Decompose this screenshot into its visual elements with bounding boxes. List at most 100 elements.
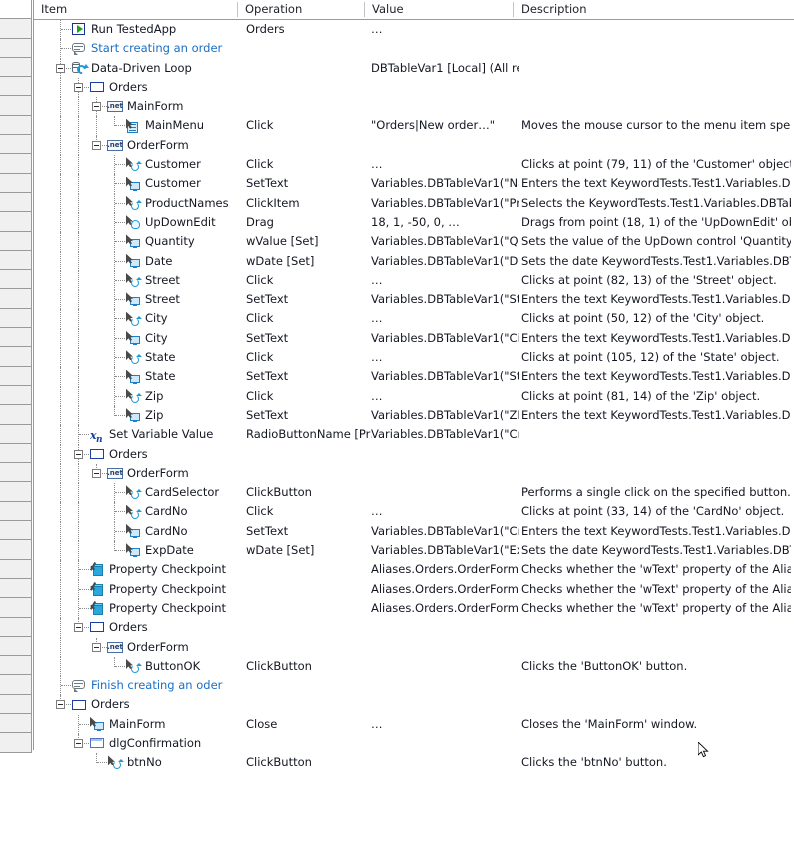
table-row[interactable]: Property Checkpoint Aliases.Orders.OrderF… <box>34 598 794 619</box>
tree-expander-minus[interactable] <box>74 738 83 748</box>
table-row[interactable]: .net OrderForm <box>34 135 794 156</box>
gutter-row-cell[interactable] <box>0 636 32 657</box>
gutter-row-cell[interactable] <box>0 501 32 522</box>
tree-node[interactable]: .net OrderForm <box>107 136 189 155</box>
table-row[interactable]: City SetText Variables.DBTableVar1("City")… <box>34 328 794 349</box>
tree-node[interactable]: Property Checkpoint <box>89 599 226 618</box>
tree-expander-minus[interactable] <box>74 449 83 459</box>
tree-expander-minus[interactable] <box>74 82 83 92</box>
table-row[interactable]: CardNo SetText Variables.DBTableVar1("Cre…… <box>34 521 794 542</box>
tree-node[interactable]: MainForm <box>89 715 165 734</box>
gutter-row-cell[interactable] <box>0 656 32 676</box>
tree-node[interactable]: UpDownEdit <box>125 213 216 232</box>
column-header-item[interactable]: Item <box>34 0 246 19</box>
gutter-row-cell[interactable] <box>0 540 32 560</box>
table-row[interactable]: btnNo ClickButton Clicks the 'btnNo' butto… <box>34 753 794 772</box>
table-row[interactable]: MainMenu Click "Orders|New order…" Moves th… <box>34 116 794 136</box>
gutter-row-cell[interactable] <box>0 250 32 271</box>
tree-node[interactable]: Data-Driven Loop <box>71 59 192 78</box>
table-row[interactable]: Customer Click … Clicks at point (79, 11) o… <box>34 155 794 175</box>
tree-node[interactable]: ExpDate <box>125 541 194 560</box>
table-row[interactable]: ProductNames ClickItem Variables.DBTableVa… <box>34 193 794 213</box>
table-row[interactable]: Zip SetText Variables.DBTableVar1("ZIP")En… <box>34 405 794 426</box>
gutter-header-cell[interactable] <box>0 0 32 20</box>
table-row[interactable]: .net OrderForm <box>34 637 794 657</box>
table-row[interactable]: Start creating an order <box>34 39 794 59</box>
table-row[interactable]: Orders <box>34 444 794 464</box>
tree-node[interactable]: Zip <box>125 387 163 406</box>
tree-node[interactable]: Finish creating an oder <box>71 676 222 695</box>
table-row[interactable]: CardNo Click … Clicks at point (33, 14) of … <box>34 502 794 522</box>
table-row[interactable]: dlgConfirmation <box>34 733 794 753</box>
tree-expander-minus[interactable] <box>92 102 101 112</box>
table-row[interactable]: ButtonOK ClickButton Clicks the 'ButtonOK'… <box>34 656 794 677</box>
table-row[interactable]: .net OrderForm <box>34 463 794 484</box>
table-row[interactable]: State Click … Clicks at point (105, 12) of … <box>34 348 794 368</box>
tree-node[interactable]: .net OrderForm <box>107 638 189 657</box>
tree-node[interactable]: Customer <box>125 155 201 174</box>
gutter-row-cell[interactable] <box>0 154 32 174</box>
gutter-row-cell[interactable] <box>0 463 32 483</box>
keyword-test-tree-grid[interactable]: Run TestedApp Orders … Start creating an or… <box>34 20 794 861</box>
gutter-row-cell[interactable] <box>0 77 32 97</box>
gutter-row-cell[interactable] <box>0 192 32 213</box>
table-row[interactable]: UpDownEdit Drag 18, 1, -50, 0, … Drags from… <box>34 212 794 233</box>
table-row[interactable]: .net MainForm <box>34 97 794 117</box>
table-row[interactable]: Orders <box>34 618 794 638</box>
tree-node[interactable]: .net OrderForm <box>107 464 189 483</box>
tree-node[interactable]: MainMenu <box>125 116 204 135</box>
tree-node[interactable]: Start creating an order <box>71 39 222 58</box>
tree-node[interactable]: Zip <box>125 406 163 425</box>
tree-node[interactable]: Orders <box>71 695 130 714</box>
table-row[interactable]: City Click … Clicks at point (50, 12) of th… <box>34 309 794 329</box>
gutter-row-cell[interactable] <box>0 424 32 444</box>
gutter-row-cell[interactable] <box>0 115 32 136</box>
gutter-row-cell[interactable] <box>0 270 32 290</box>
tree-node[interactable]: CardNo <box>125 502 188 521</box>
tree-node[interactable]: ProductNames <box>125 194 229 213</box>
gutter-row-cell[interactable] <box>0 405 32 425</box>
gutter-row-cell[interactable] <box>0 482 32 502</box>
table-row[interactable]: Orders <box>34 695 794 714</box>
tree-expander-minus[interactable] <box>56 63 65 73</box>
tree-node[interactable]: City <box>125 309 168 328</box>
gutter-row-cell[interactable] <box>0 19 32 39</box>
gutter-row-cell[interactable] <box>0 578 32 599</box>
gutter-row-cell[interactable] <box>0 347 32 367</box>
tree-node[interactable]: Run TestedApp <box>71 20 176 39</box>
gutter-row-cell[interactable] <box>0 366 32 386</box>
tree-expander-minus[interactable] <box>92 642 101 652</box>
table-row[interactable]: State SetText Variables.DBTableVar1("State… <box>34 367 794 387</box>
table-row[interactable]: Street SetText Variables.DBTableVar1("Stre… <box>34 290 794 310</box>
tree-expander-minus[interactable] <box>56 700 65 710</box>
gutter-row-cell[interactable] <box>0 443 32 464</box>
table-row[interactable]: Date wDate [Set] Variables.DBTableVar1("Da… <box>34 251 794 271</box>
tree-expander-minus[interactable] <box>74 623 83 633</box>
gutter-row-cell[interactable] <box>0 96 32 116</box>
table-row[interactable]: Run TestedApp Orders… <box>34 20 794 40</box>
gutter-row-cell[interactable] <box>0 713 32 734</box>
gutter-row-cell[interactable] <box>0 38 32 58</box>
tree-node[interactable]: ButtonOK <box>125 657 200 676</box>
table-row[interactable]: MainForm Close … Closes the 'MainForm' wind… <box>34 714 794 734</box>
tree-node[interactable]: City <box>125 329 168 348</box>
table-row[interactable]: ExpDate wDate [Set] Variables.DBTableVar1(… <box>34 541 794 561</box>
gutter-row-cell[interactable] <box>0 231 32 251</box>
gutter-row-cell[interactable] <box>0 521 32 541</box>
tree-node[interactable]: Customer <box>125 174 201 193</box>
gutter-row-cell[interactable] <box>0 173 32 193</box>
gutter-row-cell[interactable] <box>0 385 32 406</box>
gutter-row-cell[interactable] <box>0 212 32 232</box>
tree-node[interactable]: State <box>125 367 175 386</box>
gutter-row-cell[interactable] <box>0 733 32 753</box>
table-row[interactable]: Customer SetText Variables.DBTableVar1("Na… <box>34 174 794 194</box>
tree-node[interactable]: Quantity <box>125 232 195 251</box>
tree-node[interactable]: CardNo <box>125 522 188 541</box>
table-row[interactable]: Street Click … Clicks at point (82, 13) of … <box>34 270 794 291</box>
tree-expander-minus[interactable] <box>92 468 101 478</box>
gutter-row-cell[interactable] <box>0 135 32 155</box>
gutter-row-cell[interactable] <box>0 289 32 309</box>
gutter-row-cell[interactable] <box>0 328 32 348</box>
tree-expander-minus[interactable] <box>92 140 101 150</box>
gutter-row-cell[interactable] <box>0 559 32 579</box>
